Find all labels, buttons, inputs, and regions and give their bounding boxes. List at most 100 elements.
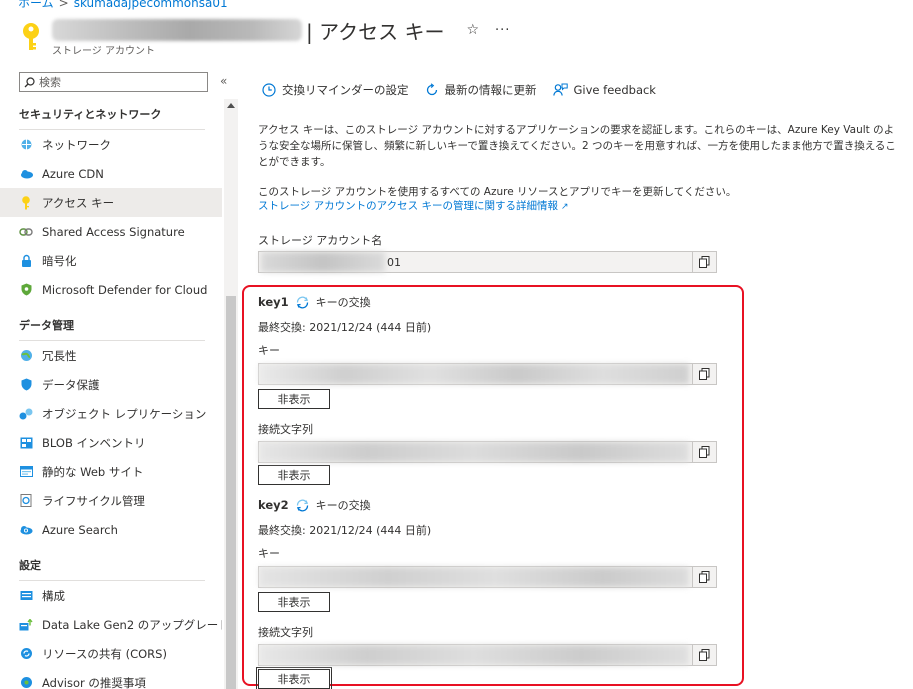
clock-icon [262, 83, 276, 97]
key1-connection-field[interactable] [258, 441, 717, 463]
sidebar-item-data-protection[interactable]: データ保護 [0, 370, 222, 399]
search-placeholder: 検索 [39, 76, 61, 89]
sidebar-item-defender[interactable]: Microsoft Defender for Cloud [0, 275, 222, 304]
key2-section: key2 キーの交換 最終交換: 2021/12/24 (444 日前) キー … [256, 497, 717, 689]
key2-connection-label: 接続文字列 [258, 626, 313, 639]
page-subtitle: ストレージ アカウント [52, 46, 155, 57]
sidebar-item-azure-cdn[interactable]: Azure CDN [0, 159, 222, 188]
redacted-value [259, 442, 689, 462]
redacted-value [259, 567, 689, 587]
key1-section: key1 キーの交換 最終交換: 2021/12/24 (444 日前) キー … [258, 294, 717, 485]
set-rotation-reminder-label: 交換リマインダーの設定 [282, 83, 409, 97]
advisor-icon [19, 676, 33, 689]
sidebar-item-azure-search[interactable]: Azure Search [0, 515, 222, 544]
sidebar-item-advisor[interactable]: Advisor の推奨事項 [0, 668, 222, 689]
account-name-field[interactable]: 01 [258, 251, 717, 273]
sidebar-item-data-lake-upgrade[interactable]: Data Lake Gen2 のアップグレード [0, 610, 222, 639]
sidebar-item-network[interactable]: ネットワーク [0, 130, 222, 159]
give-feedback-label: Give feedback [573, 83, 656, 97]
section-title-settings: 設定 [19, 559, 41, 572]
cors-icon [19, 647, 33, 661]
key2-name: key2 [258, 498, 289, 512]
hide-key2-button[interactable]: 非表示 [258, 592, 330, 612]
copy-icon[interactable] [692, 364, 716, 384]
key2-connection-field[interactable] [258, 644, 717, 666]
refresh-button[interactable]: 最新の情報に更新 [425, 82, 537, 98]
sidebar-item-sas[interactable]: Shared Access Signature [0, 217, 222, 246]
sidebar-item-label: オブジェクト レプリケーション [42, 406, 207, 421]
key2-key-field[interactable] [258, 566, 717, 588]
network-icon [19, 138, 33, 152]
refresh-icon [426, 83, 437, 96]
section-title-data-management: データ管理 [19, 319, 74, 332]
page-header: | アクセス キー ☆ ··· ストレージ アカウント [0, 10, 913, 62]
sidebar-item-label: Azure Search [42, 522, 118, 537]
sidebar-item-cors[interactable]: リソースの共有 (CORS) [0, 639, 222, 668]
key2-key-label: キー [258, 547, 280, 560]
sidebar-item-label: Microsoft Defender for Cloud [42, 282, 208, 297]
sidebar-item-label: Shared Access Signature [42, 224, 185, 239]
key1-key-field[interactable] [258, 363, 717, 385]
hide-key2-connection-button[interactable]: 非表示 [256, 667, 332, 689]
give-feedback-button[interactable]: Give feedback [552, 83, 656, 97]
data-protection-icon [19, 378, 33, 392]
website-icon [19, 465, 33, 479]
collapse-sidebar-button[interactable]: « [220, 74, 227, 88]
sidebar-item-access-keys[interactable]: アクセス キー [0, 188, 222, 217]
more-icon[interactable]: ··· [495, 23, 510, 38]
scroll-thumb[interactable] [226, 296, 236, 689]
link-icon [19, 225, 33, 239]
breadcrumb-item[interactable]: skumadajpecommonsa01 [74, 0, 228, 10]
sidebar-item-lifecycle[interactable]: ライフサイクル管理 [0, 486, 222, 515]
refresh-label: 最新の情報に更新 [444, 83, 537, 97]
breadcrumb-home[interactable]: ホーム [18, 0, 54, 10]
sidebar-item-label: ネットワーク [42, 137, 111, 152]
sidebar-item-label: Advisor の推奨事項 [42, 675, 146, 689]
hide-key1-button[interactable]: 非表示 [258, 389, 330, 409]
copy-icon[interactable] [692, 252, 716, 272]
sidebar-scrollbar[interactable] [224, 99, 238, 689]
sidebar-item-redundancy[interactable]: 冗長性 [0, 341, 222, 370]
sidebar-item-encryption[interactable]: 暗号化 [0, 246, 222, 275]
breadcrumb-separator: > [58, 0, 69, 10]
sidebar-item-label: Azure CDN [42, 166, 104, 181]
copy-icon[interactable] [692, 567, 716, 587]
learn-more-link[interactable]: ストレージ アカウントのアクセス キーの管理に関する詳細情報 [258, 200, 558, 212]
sidebar-item-label: リソースの共有 (CORS) [42, 646, 167, 661]
key1-last-rotated: 最終交換: 2021/12/24 (444 日前) [258, 321, 432, 334]
hide-key1-connection-button[interactable]: 非表示 [258, 465, 330, 485]
sidebar-item-label: 静的な Web サイト [42, 464, 144, 479]
sidebar-item-blob-inventory[interactable]: BLOB インベントリ [0, 428, 222, 457]
description-text: アクセス キーは、このストレージ アカウントに対するアプリケーションの要求を認証… [258, 124, 896, 168]
config-icon [19, 589, 33, 603]
scroll-up-arrow-icon[interactable] [227, 103, 235, 108]
lifecycle-icon [19, 494, 33, 508]
rotate-key-icon [295, 498, 310, 513]
main-content: アクセス キーは、このストレージ アカウントに対するアプリケーションの要求を認証… [258, 122, 908, 273]
star-icon[interactable]: ☆ [466, 22, 479, 38]
sidebar-item-label: 暗号化 [42, 253, 77, 268]
account-name-redacted [52, 19, 302, 41]
sidebar-search-input[interactable]: 検索 [19, 72, 208, 92]
set-rotation-reminder-button[interactable]: 交換リマインダーの設定 [262, 82, 409, 98]
shield-icon [19, 283, 33, 297]
rotate-key1-button[interactable]: キーの交換 [316, 294, 371, 310]
datalake-icon [19, 618, 33, 632]
sidebar-item-configuration[interactable]: 構成 [0, 581, 222, 610]
rotate-key2-button[interactable]: キーの交換 [316, 497, 371, 513]
sidebar-item-label: Data Lake Gen2 のアップグレード [42, 617, 222, 632]
key-icon [19, 195, 33, 210]
copy-icon[interactable] [692, 645, 716, 665]
page-title: | アクセス キー [306, 19, 445, 44]
sidebar-item-object-replication[interactable]: オブジェクト レプリケーション [0, 399, 222, 428]
section-title-security: セキュリティとネットワーク [19, 108, 162, 121]
key2-last-rotated: 最終交換: 2021/12/24 (444 日前) [258, 524, 432, 537]
key1-key-label: キー [258, 344, 280, 357]
redacted-value [259, 364, 689, 384]
feedback-icon [552, 83, 568, 96]
sidebar-item-static-website[interactable]: 静的な Web サイト [0, 457, 222, 486]
copy-icon[interactable] [692, 442, 716, 462]
external-link-icon: ↗ [560, 202, 569, 212]
inventory-icon [19, 436, 33, 450]
sidebar-item-label: 冗長性 [42, 348, 77, 363]
